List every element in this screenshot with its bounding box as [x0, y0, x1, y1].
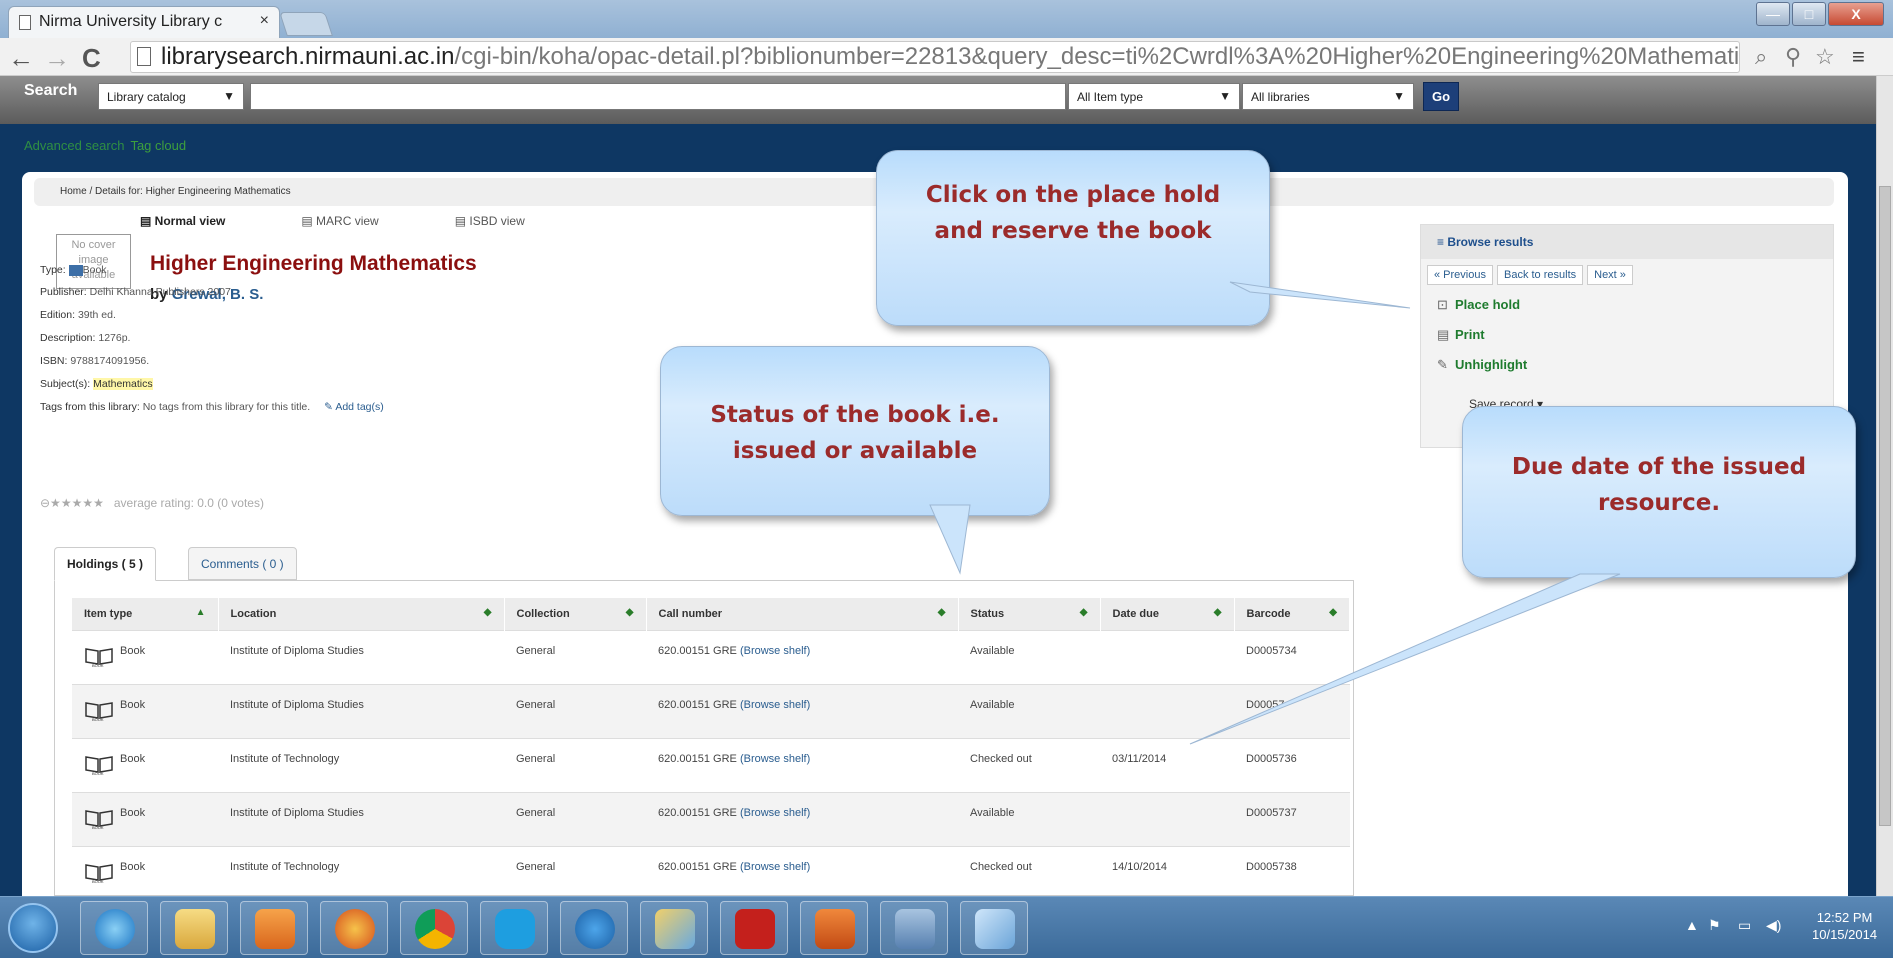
place-hold-pointer [1229, 281, 1411, 309]
status-pointer [929, 504, 971, 575]
due-date-pointer [1189, 573, 1621, 745]
callout-pointers [929, 281, 1621, 745]
